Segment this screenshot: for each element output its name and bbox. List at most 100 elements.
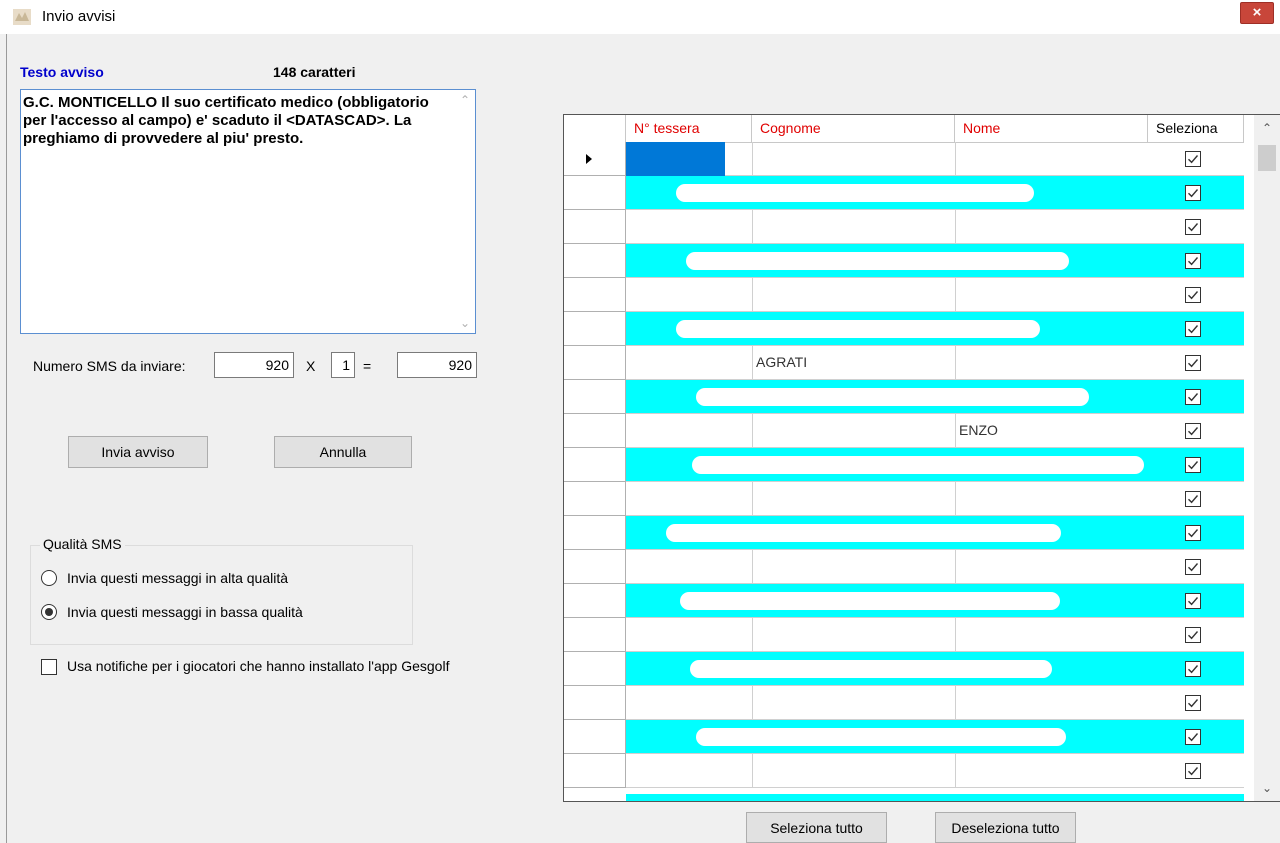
table-row[interactable] xyxy=(564,618,1244,652)
close-button[interactable]: × xyxy=(1240,2,1274,24)
row-cells[interactable] xyxy=(626,414,1244,448)
send-button[interactable]: Invia avviso xyxy=(68,436,208,468)
row-cells[interactable] xyxy=(626,210,1244,244)
table-row[interactable]: ENZO xyxy=(564,414,1244,448)
row-header[interactable] xyxy=(564,312,626,346)
multiplier-field[interactable]: 1 xyxy=(331,352,355,378)
row-header[interactable] xyxy=(564,414,626,448)
row-select-checkbox[interactable] xyxy=(1185,661,1201,677)
scroll-down-icon[interactable]: ⌄ xyxy=(1254,781,1280,795)
cancel-button[interactable]: Annulla xyxy=(274,436,412,468)
row-header[interactable] xyxy=(564,754,626,788)
scroll-up-icon[interactable]: ⌃ xyxy=(455,90,475,110)
message-textarea[interactable]: G.C. MONTICELLO Il suo certificato medic… xyxy=(20,89,476,334)
table-row[interactable] xyxy=(564,652,1244,686)
row-select-checkbox[interactable] xyxy=(1185,151,1201,167)
radio-low-quality[interactable] xyxy=(41,604,57,620)
row-header[interactable] xyxy=(564,210,626,244)
row-select-checkbox[interactable] xyxy=(1185,559,1201,575)
col-header-tessera[interactable]: N° tessera xyxy=(626,115,752,142)
checkmark-icon xyxy=(1188,495,1199,504)
selected-cell[interactable] xyxy=(626,142,725,176)
table-row[interactable] xyxy=(564,482,1244,516)
table-row[interactable] xyxy=(564,176,1244,210)
row-select-checkbox[interactable] xyxy=(1185,219,1201,235)
row-select-checkbox[interactable] xyxy=(1185,729,1201,745)
deselect-all-button[interactable]: Deseleziona tutto xyxy=(935,812,1076,843)
row-select-checkbox[interactable] xyxy=(1185,457,1201,473)
row-select-checkbox[interactable] xyxy=(1185,389,1201,405)
row-select-checkbox[interactable] xyxy=(1185,355,1201,371)
table-row[interactable] xyxy=(564,278,1244,312)
select-all-button[interactable]: Seleziona tutto xyxy=(746,812,887,843)
row-cells[interactable] xyxy=(626,618,1244,652)
row-header[interactable] xyxy=(564,550,626,584)
radio-low-quality-label[interactable]: Invia questi messaggi in bassa qualità xyxy=(67,604,303,620)
row-select-checkbox[interactable] xyxy=(1185,287,1201,303)
row-header[interactable] xyxy=(564,176,626,210)
row-header[interactable] xyxy=(564,142,626,176)
table-row[interactable] xyxy=(564,142,1244,176)
row-cells[interactable] xyxy=(626,278,1244,312)
row-header[interactable] xyxy=(564,720,626,754)
row-cells[interactable] xyxy=(626,482,1244,516)
col-header-cognome[interactable]: Cognome xyxy=(752,115,955,142)
checkmark-icon xyxy=(1188,767,1199,776)
row-cells[interactable] xyxy=(626,754,1244,788)
row-header[interactable] xyxy=(564,652,626,686)
row-header[interactable] xyxy=(564,686,626,720)
cell-cognome[interactable]: AGRATI xyxy=(756,354,807,370)
message-text[interactable]: G.C. MONTICELLO Il suo certificato medic… xyxy=(23,94,451,148)
table-row[interactable] xyxy=(564,584,1244,618)
scroll-thumb[interactable] xyxy=(1258,145,1276,171)
row-select-checkbox[interactable] xyxy=(1185,423,1201,439)
total-field[interactable]: 920 xyxy=(397,352,477,378)
row-select-checkbox[interactable] xyxy=(1185,491,1201,507)
row-cells[interactable] xyxy=(626,346,1244,380)
table-row[interactable] xyxy=(564,516,1244,550)
cell-divider xyxy=(752,210,753,244)
notifications-checkbox[interactable] xyxy=(41,659,57,675)
row-cells[interactable] xyxy=(626,550,1244,584)
scroll-down-icon[interactable]: ⌄ xyxy=(455,313,475,333)
row-select-checkbox[interactable] xyxy=(1185,525,1201,541)
scroll-up-icon[interactable]: ⌃ xyxy=(1254,121,1280,135)
row-select-checkbox[interactable] xyxy=(1185,695,1201,711)
message-scrollbar[interactable]: ⌃ ⌄ xyxy=(455,90,475,333)
grid-scrollbar[interactable]: ⌃ ⌄ xyxy=(1254,115,1280,801)
col-header-seleziona[interactable]: Seleziona xyxy=(1148,115,1244,142)
row-select-checkbox[interactable] xyxy=(1185,321,1201,337)
table-row[interactable] xyxy=(564,210,1244,244)
col-header-nome[interactable]: Nome xyxy=(955,115,1148,142)
row-select-checkbox[interactable] xyxy=(1185,763,1201,779)
row-header[interactable] xyxy=(564,346,626,380)
row-cells[interactable] xyxy=(626,686,1244,720)
table-row[interactable] xyxy=(564,720,1244,754)
row-header[interactable] xyxy=(564,584,626,618)
recipients-field[interactable]: 920 xyxy=(214,352,294,378)
row-header[interactable] xyxy=(564,380,626,414)
table-row[interactable] xyxy=(564,380,1244,414)
row-header[interactable] xyxy=(564,448,626,482)
row-header[interactable] xyxy=(564,244,626,278)
row-select-checkbox[interactable] xyxy=(1185,593,1201,609)
notifications-label[interactable]: Usa notifiche per i giocatori che hanno … xyxy=(67,658,449,674)
radio-high-quality[interactable] xyxy=(41,570,57,586)
row-select-checkbox[interactable] xyxy=(1185,185,1201,201)
row-header[interactable] xyxy=(564,618,626,652)
row-header[interactable] xyxy=(564,278,626,312)
table-row[interactable]: AGRATI xyxy=(564,346,1244,380)
table-row[interactable] xyxy=(564,754,1244,788)
radio-high-quality-label[interactable]: Invia questi messaggi in alta qualità xyxy=(67,570,288,586)
table-row[interactable] xyxy=(564,550,1244,584)
table-row[interactable] xyxy=(564,448,1244,482)
players-grid[interactable]: N° tessera Cognome Nome Seleziona AGRATI… xyxy=(563,114,1280,802)
table-row[interactable] xyxy=(564,686,1244,720)
row-select-checkbox[interactable] xyxy=(1185,627,1201,643)
row-header[interactable] xyxy=(564,482,626,516)
table-row[interactable] xyxy=(564,244,1244,278)
table-row[interactable] xyxy=(564,312,1244,346)
row-select-checkbox[interactable] xyxy=(1185,253,1201,269)
row-header[interactable] xyxy=(564,516,626,550)
cell-nome[interactable]: ENZO xyxy=(959,422,998,438)
